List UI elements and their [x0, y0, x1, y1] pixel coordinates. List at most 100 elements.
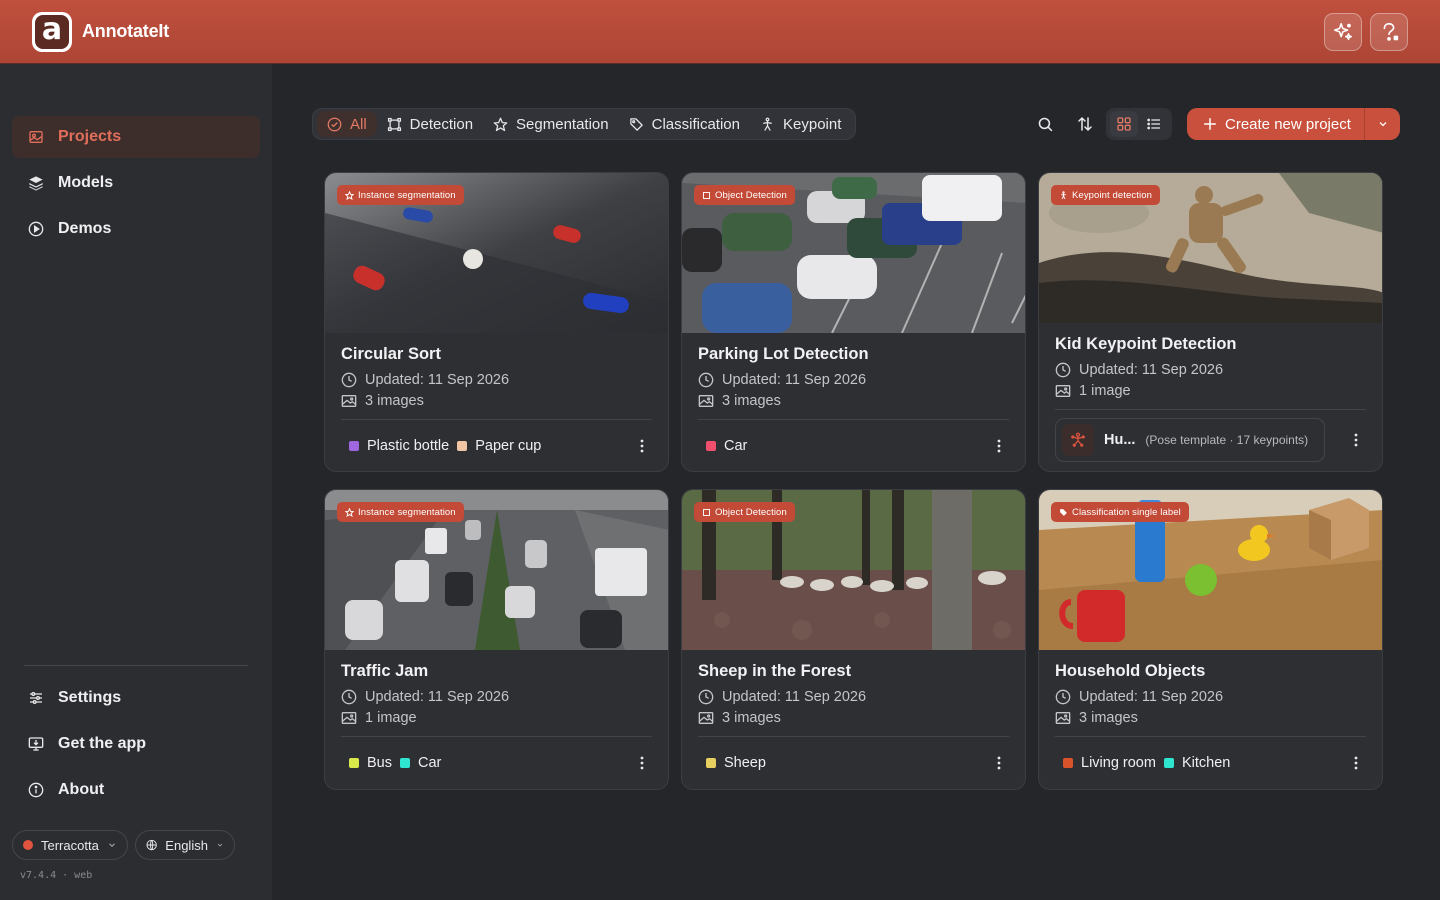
star-polygon-icon [493, 117, 508, 131]
bbox-icon [703, 508, 710, 516]
project-title: Sheep in the Forest [698, 662, 852, 680]
sort-button[interactable] [1073, 112, 1097, 136]
more-vertical-icon [997, 439, 1001, 453]
person-keypoint-icon [763, 117, 772, 131]
project-card[interactable]: Object Detection Parking Lot Detection U… [681, 172, 1026, 472]
app-version: v7.4.4 · web [20, 870, 93, 881]
project-type-badge: Instance segmentation [337, 185, 464, 205]
project-updated: Updated: 11 Sep 2026 [341, 370, 652, 390]
project-card[interactable]: Instance segmentation Circular Sort Upda… [324, 172, 669, 472]
view-toggle [1106, 108, 1172, 140]
tag-icon [629, 117, 643, 131]
create-project-button-group: Create new project [1187, 108, 1400, 140]
project-menu-button[interactable] [1346, 753, 1366, 773]
globe-icon [146, 839, 157, 851]
filter-label: Keypoint [783, 115, 842, 133]
project-thumbnail: Keypoint detection [1039, 173, 1382, 323]
project-card[interactable]: Keypoint detection Kid Keypoint Detectio… [1038, 172, 1383, 472]
filter-segmentation[interactable]: Segmentation [483, 111, 619, 137]
sidebar-item-models[interactable]: Models [12, 162, 260, 204]
sidebar-item-settings[interactable]: Settings [12, 677, 260, 719]
chevron-down-icon [217, 843, 223, 847]
project-image-count: 1 image [1055, 381, 1366, 401]
help-icon [1383, 22, 1399, 41]
project-menu-button[interactable] [1346, 430, 1366, 450]
project-menu-button[interactable] [632, 436, 652, 456]
star-polygon-icon [345, 190, 354, 200]
language-selector[interactable]: English [135, 830, 235, 860]
label-chip: Sheep [706, 755, 766, 771]
project-thumbnail: Classification single label [1039, 490, 1382, 650]
project-type-badge: Instance segmentation [337, 502, 464, 522]
project-type-filters: All Detection Segmentation Classificatio… [312, 108, 857, 140]
sidebar: Projects Models Demos Settings Get the a… [0, 64, 272, 900]
project-thumbnail: Instance segmentation [325, 490, 668, 650]
label-name: Sheep [724, 755, 766, 771]
project-card[interactable]: Instance segmentation Traffic Jam Update… [324, 489, 669, 790]
list-view-button[interactable] [1140, 111, 1168, 137]
project-card[interactable]: Object Detection Sheep in the Forest Upd… [681, 489, 1026, 790]
theme-label: Terracotta [41, 837, 99, 853]
label-color [706, 758, 716, 768]
pose-skeleton-icon [1062, 424, 1094, 456]
project-image-count: 1 image [341, 708, 652, 728]
label-color [349, 441, 359, 451]
sparkle-icon [1333, 22, 1353, 40]
more-vertical-icon [1354, 433, 1358, 447]
filter-label: Segmentation [516, 115, 609, 133]
updated-text: Updated: 11 Sep 2026 [365, 689, 510, 705]
list-icon [1147, 118, 1160, 130]
bbox-icon [387, 117, 401, 131]
project-card[interactable]: Classification single label Household Ob… [1038, 489, 1383, 790]
project-menu-button[interactable] [632, 753, 652, 773]
label-chip: Living room [1063, 755, 1156, 771]
image-icon [341, 712, 357, 724]
sidebar-item-about[interactable]: About [12, 769, 260, 811]
label-color [1163, 758, 1174, 768]
label-chip: Bus [349, 755, 392, 771]
create-project-button[interactable]: Create new project [1187, 108, 1365, 140]
help-button[interactable] [1370, 12, 1408, 51]
pose-template-chip[interactable]: Hu... (Pose template · 17 keypoints) [1055, 418, 1325, 462]
ai-assistant-button[interactable] [1324, 12, 1362, 51]
image-count-text: 3 images [722, 710, 781, 726]
filter-classification[interactable]: Classification [619, 111, 750, 137]
label-chip: Kitchen [1163, 755, 1231, 771]
label-name: Car [418, 755, 442, 771]
create-project-dropdown[interactable] [1365, 118, 1400, 130]
top-bar: a AnnotateIt [0, 0, 1440, 64]
sidebar-item-label: About [58, 781, 105, 798]
project-image-count: 3 images [341, 391, 652, 411]
updated-text: Updated: 11 Sep 2026 [365, 372, 510, 388]
more-vertical-icon [640, 756, 644, 770]
badge-label: Object Detection [715, 189, 787, 201]
sidebar-item-label: Demos [58, 220, 112, 237]
updated-text: Updated: 11 Sep 2026 [1079, 689, 1224, 705]
layers-icon [29, 176, 43, 191]
filter-detection[interactable]: Detection [377, 111, 483, 137]
sliders-icon [30, 692, 42, 704]
project-menu-button[interactable] [989, 753, 1009, 773]
theme-selector[interactable]: Terracotta [12, 830, 128, 860]
project-image-count: 3 images [698, 391, 1009, 411]
label-color [457, 441, 468, 451]
theme-color-dot [23, 840, 33, 850]
search-button[interactable] [1033, 112, 1057, 136]
sidebar-item-projects[interactable]: Projects [12, 116, 260, 158]
language-label: English [165, 837, 208, 853]
filter-all[interactable]: All [317, 111, 377, 137]
project-updated: Updated: 11 Sep 2026 [698, 687, 1009, 707]
sidebar-item-demos[interactable]: Demos [12, 208, 260, 250]
project-thumbnail: Instance segmentation [325, 173, 668, 333]
sidebar-item-label: Get the app [58, 735, 147, 752]
app-logo[interactable]: a [32, 11, 72, 52]
sidebar-item-get-the-app[interactable]: Get the app [12, 723, 260, 765]
logo-letter: a [35, 14, 69, 49]
project-menu-button[interactable] [989, 436, 1009, 456]
grid-view-button[interactable] [1110, 111, 1138, 137]
label-name: Paper cup [475, 438, 542, 454]
chevron-down-icon [108, 843, 115, 847]
filter-keypoint[interactable]: Keypoint [750, 111, 851, 137]
label-name: Kitchen [1181, 755, 1231, 771]
label-color [1063, 758, 1073, 768]
